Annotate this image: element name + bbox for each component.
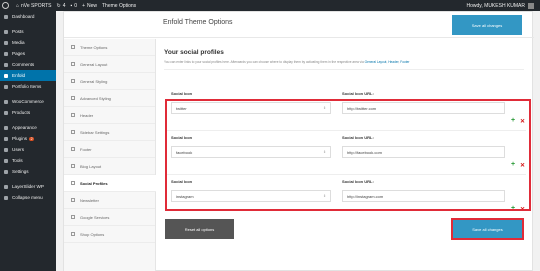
comment-bubble-icon: ▪ [70, 2, 73, 9]
tab-google-services[interactable]: Google Services [64, 209, 155, 226]
admin-bar: ⌂ nVe SPORTS ↻ 4 ▪ 0 + New Theme Options… [0, 0, 540, 11]
sidebar-item-comments[interactable]: Comments [0, 59, 56, 70]
general-layout-link[interactable]: General Layout [365, 60, 387, 64]
sidebar-item-portfolio[interactable]: Portfolio Items [0, 81, 56, 92]
woocommerce-icon [4, 99, 8, 104]
brush-icon [4, 125, 8, 130]
products-icon [4, 110, 8, 115]
admin-sidebar: Dashboard Posts Media Pages Comments Enf… [0, 11, 56, 271]
header-link[interactable]: Header [388, 60, 398, 64]
sidebar-item-plugins[interactable]: Plugins 2 [0, 133, 56, 144]
layout-icon [71, 62, 75, 66]
divider [164, 69, 524, 70]
wordpress-logo-icon[interactable] [0, 0, 11, 11]
page-title: Enfold Theme Options [163, 19, 233, 26]
enfold-icon [4, 73, 8, 78]
account-menu[interactable]: Howdy, MUKESH KUMAR [466, 0, 534, 11]
avatar [528, 2, 534, 9]
sidebar-item-pages[interactable]: Pages [0, 48, 56, 59]
users-icon [4, 147, 8, 152]
save-all-changes-button-bottom[interactable]: Save all changes [453, 220, 522, 238]
sidebar-item-appearance[interactable]: Appearance [0, 122, 56, 133]
sidebar-item-posts[interactable]: Posts [0, 26, 56, 37]
panel-header: Enfold Theme Options Save all changes [64, 12, 534, 38]
section-description: You can enter links to your social profi… [164, 60, 410, 64]
footer-link[interactable]: Footer [400, 60, 409, 64]
dashboard-icon [4, 14, 8, 19]
plus-icon: + [82, 2, 85, 9]
plugins-update-badge: 2 [29, 136, 35, 141]
collapse-icon [4, 195, 8, 200]
comment-icon [4, 62, 8, 67]
sidebar-item-users[interactable]: Users [0, 144, 56, 155]
comments-link[interactable]: ▪ 0 [71, 3, 78, 9]
reset-all-options-button[interactable]: Reset all options [165, 219, 234, 239]
gear-icon [71, 45, 75, 49]
cart-icon [71, 232, 75, 236]
updates-link[interactable]: ↻ 4 [57, 3, 66, 9]
sidebar-item-tools[interactable]: Tools [0, 155, 56, 166]
profiles-highlight-frame [165, 99, 531, 211]
sidebar-item-products[interactable]: Products [0, 107, 56, 118]
home-icon: ⌂ [16, 2, 20, 9]
social-icon-url-label: Social Icon URL: [342, 91, 374, 96]
sidebar-item-woocommerce[interactable]: WooCommerce [0, 96, 56, 107]
sidebar-item-layerslider[interactable]: LayerSlider WP [0, 181, 56, 192]
wrench-icon [4, 158, 8, 163]
google-icon [71, 215, 75, 219]
new-content-link[interactable]: + New [82, 3, 97, 9]
media-icon [4, 40, 8, 45]
sidebar-item-media[interactable]: Media [0, 37, 56, 48]
page-icon [4, 51, 8, 56]
sidebar-item-dashboard[interactable]: Dashboard [0, 11, 56, 22]
plugin-icon [4, 136, 8, 141]
portfolio-icon [4, 84, 8, 89]
sidebar-item-settings[interactable]: Settings [0, 166, 56, 177]
updates-icon: ↻ [56, 2, 61, 9]
collapse-menu-button[interactable]: Collapse menu [0, 192, 56, 203]
sidebar-item-enfold[interactable]: Enfold [0, 70, 56, 81]
layerslider-icon [4, 184, 8, 189]
pin-icon [4, 29, 8, 34]
settings-icon [4, 169, 8, 174]
site-name-link[interactable]: ⌂ nVe SPORTS [16, 3, 52, 9]
tab-shop-options[interactable]: Shop Options [64, 226, 155, 243]
tab-general-layout[interactable]: General Layout [64, 56, 155, 73]
tab-theme-options[interactable]: Theme Options [64, 39, 155, 56]
theme-options-link[interactable]: Theme Options [102, 3, 136, 9]
save-all-changes-button-top[interactable]: Save all changes [452, 15, 522, 35]
social-icon-label: Social Icon [171, 91, 193, 96]
section-title: Your social profiles [164, 49, 224, 56]
